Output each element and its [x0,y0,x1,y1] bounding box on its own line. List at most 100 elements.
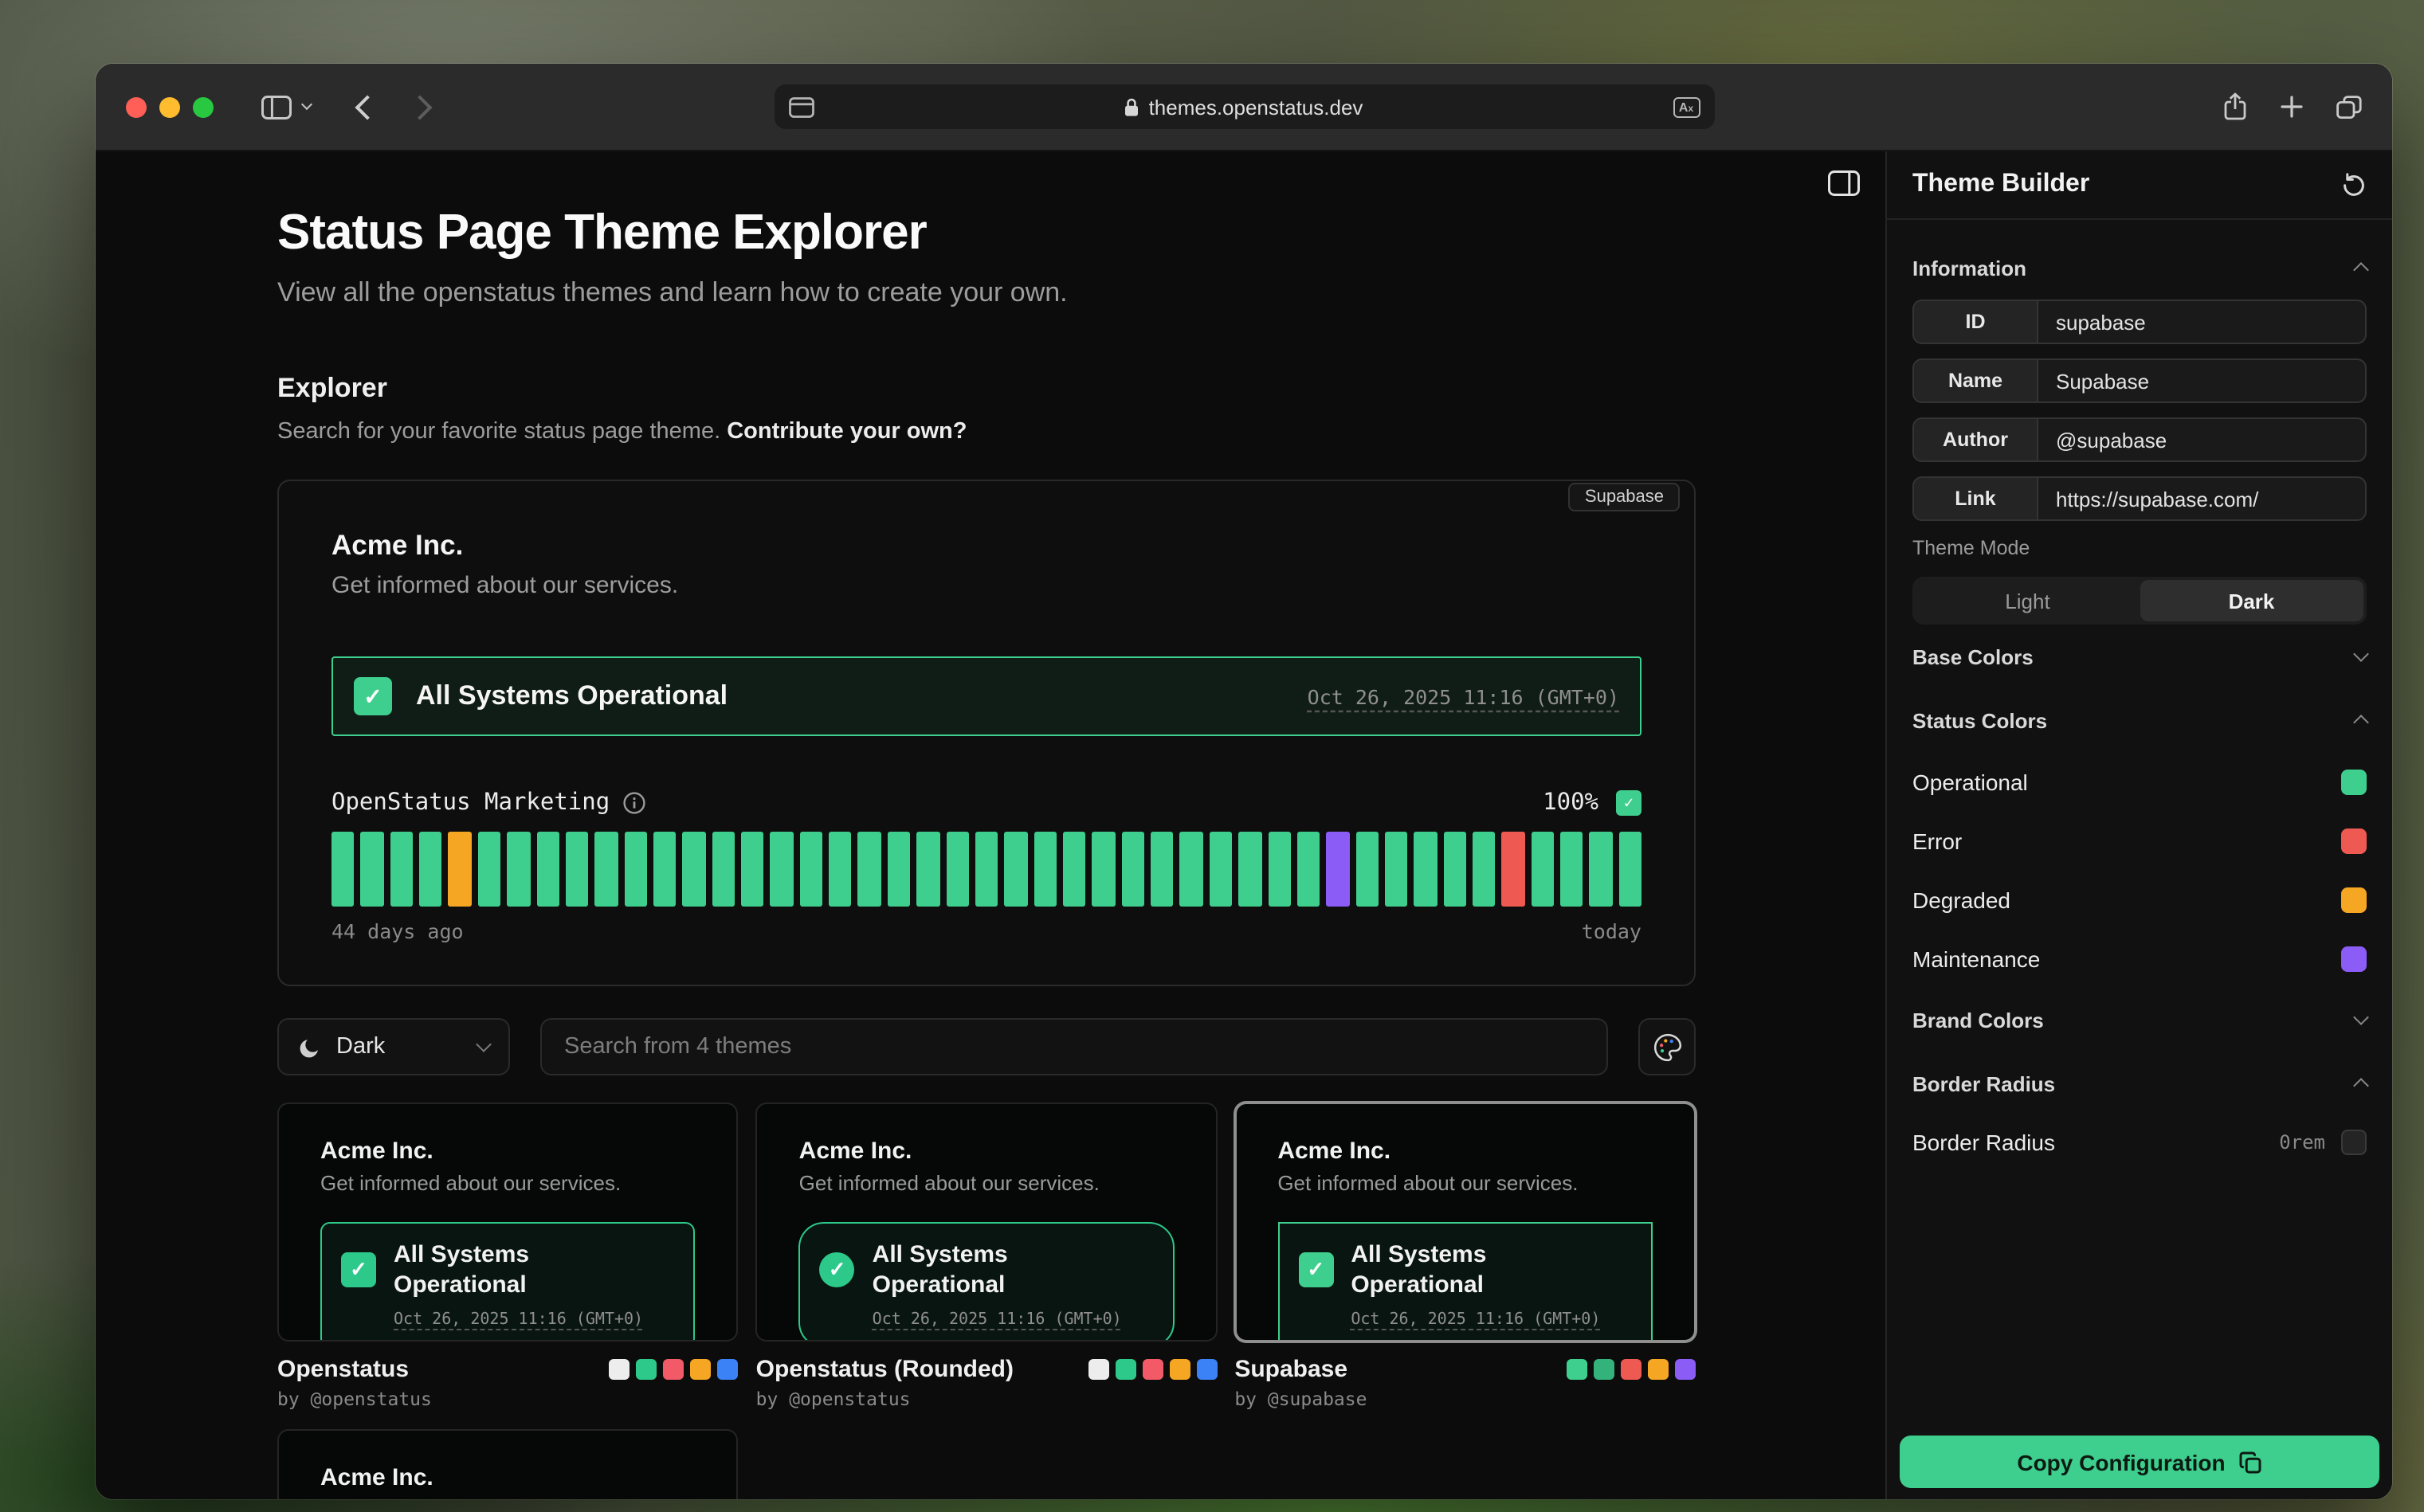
uptime-bar-operational[interactable] [1063,832,1086,907]
new-tab-button[interactable] [2281,96,2303,118]
reset-theme-button[interactable] [2341,172,2367,198]
uptime-bar-operational[interactable] [653,832,677,907]
theme-card[interactable]: Acme Inc. Get informed about our service… [277,1429,739,1499]
name-field[interactable] [2038,360,2365,402]
author-field[interactable] [2038,419,2365,460]
uptime-bar-operational[interactable] [1121,832,1144,907]
uptime-bar-maintenance[interactable] [1326,832,1349,907]
uptime-bar-operational[interactable] [1560,832,1583,907]
uptime-bar-operational[interactable] [594,832,618,907]
theme-author: by @openstatus [756,1388,1218,1410]
address-bar[interactable]: themes.openstatus.dev [774,84,1714,129]
share-button[interactable] [2223,92,2247,121]
minimize-window-button[interactable] [159,96,180,117]
close-window-button[interactable] [126,96,147,117]
theme-card[interactable]: Acme Inc. Get informed about our service… [1234,1103,1696,1410]
copy-configuration-button[interactable]: Copy Configuration [1900,1436,2379,1488]
uptime-bar-operational[interactable] [331,832,355,907]
degraded-color-swatch[interactable] [2341,887,2367,912]
maintenance-color-swatch[interactable] [2341,946,2367,971]
uptime-bar-operational[interactable] [1355,832,1379,907]
mini-status-timestamp: Oct 26, 2025 11:16 (GMT+0) [394,1311,675,1329]
uptime-bar-operational[interactable] [1034,832,1057,907]
back-button[interactable] [359,98,376,116]
uptime-bar-operational[interactable] [741,832,764,907]
uptime-bar-operational[interactable] [771,832,794,907]
section-base-colors[interactable]: Base Colors [1912,625,2367,688]
uptime-bar-error[interactable] [1502,832,1525,907]
theme-card[interactable]: Acme Inc. Get informed about our service… [756,1103,1218,1410]
uptime-bar-operational[interactable] [1005,832,1028,907]
monitor-info-button[interactable] [622,792,645,814]
uptime-bar-operational[interactable] [975,832,998,907]
search-input[interactable] [540,1018,1608,1075]
theme-color-swatch [1088,1359,1108,1380]
forward-button[interactable] [411,98,429,116]
theme-card[interactable]: Acme Inc. Get informed about our service… [277,1103,739,1410]
field-label: Name [1914,360,2038,402]
palette-button[interactable] [1638,1018,1696,1075]
uptime-bar-operational[interactable] [536,832,559,907]
section-information[interactable]: Information [1912,236,2367,300]
uptime-bar-degraded[interactable] [449,832,472,907]
translate-button[interactable] [1673,96,1700,117]
chevron-down-icon [476,1036,492,1052]
uptime-bar-operational[interactable] [566,832,589,907]
uptime-bar-operational[interactable] [361,832,384,907]
mini-status-timestamp: Oct 26, 2025 11:16 (GMT+0) [1351,1311,1632,1329]
sidebar-toggle-button[interactable] [261,95,292,119]
uptime-bar-operational[interactable] [1297,832,1320,907]
uptime-bar-operational[interactable] [1590,832,1613,907]
website-settings-button[interactable] [788,96,814,117]
uptime-bar-operational[interactable] [888,832,911,907]
uptime-bar-operational[interactable] [1180,832,1203,907]
uptime-bar-operational[interactable] [916,832,939,907]
error-color-swatch[interactable] [2341,828,2367,853]
appearance-dropdown[interactable]: Dark [277,1018,510,1075]
uptime-bar-operational[interactable] [478,832,501,907]
section-brand-colors[interactable]: Brand Colors [1912,988,2367,1052]
uptime-bar-operational[interactable] [1238,832,1261,907]
id-field[interactable] [2038,301,2365,343]
uptime-bar-operational[interactable] [829,832,852,907]
uptime-bar-operational[interactable] [1619,832,1642,907]
uptime-bar-operational[interactable] [1443,832,1466,907]
uptime-bar-operational[interactable] [1151,832,1174,907]
builder-header: Theme Builder [1887,151,2392,220]
uptime-range: 44 days ago today [331,919,1641,943]
theme-mode-light-button[interactable]: Light [1916,580,2140,621]
uptime-bar-operational[interactable] [1092,832,1116,907]
translate-icon [1673,96,1700,117]
section-border-radius[interactable]: Border Radius [1912,1052,2367,1115]
uptime-bar-operational[interactable] [1473,832,1496,907]
mini-company-tagline: Get informed about our services. [320,1498,696,1499]
operational-color-swatch[interactable] [2341,769,2367,794]
uptime-bar-operational[interactable] [683,832,706,907]
uptime-bar-operational[interactable] [507,832,530,907]
uptime-bar-operational[interactable] [390,832,413,907]
status-color-operational: Operational [1912,752,2367,811]
zoom-window-button[interactable] [193,96,214,117]
tab-group-chevron-button[interactable] [303,105,311,108]
uptime-bar-operational[interactable] [624,832,647,907]
uptime-bar-operational[interactable] [1385,832,1408,907]
uptime-bar-operational[interactable] [1414,832,1438,907]
uptime-bar-operational[interactable] [858,832,881,907]
contribute-link[interactable]: Contribute your own? [727,419,967,445]
mini-status-label: All Systems Operational [873,1240,1080,1300]
uptime-bar-operational[interactable] [800,832,823,907]
uptime-bar-operational[interactable] [1210,832,1233,907]
show-tabs-button[interactable] [2336,95,2362,119]
uptime-bar-operational[interactable] [1268,832,1291,907]
uptime-percentage: 100% [1543,790,1598,816]
uptime-bar-operational[interactable] [419,832,442,907]
builder-panel-toggle-button[interactable] [1828,170,1860,196]
link-field[interactable] [2038,478,2365,519]
status-color-maintenance: Maintenance [1912,929,2367,988]
uptime-bar-operational[interactable] [712,832,735,907]
border-radius-input[interactable] [2341,1130,2367,1155]
theme-mode-dark-button[interactable]: Dark [2140,580,2363,621]
uptime-bar-operational[interactable] [1531,832,1554,907]
section-status-colors[interactable]: Status Colors [1912,688,2367,752]
uptime-bar-operational[interactable] [946,832,969,907]
